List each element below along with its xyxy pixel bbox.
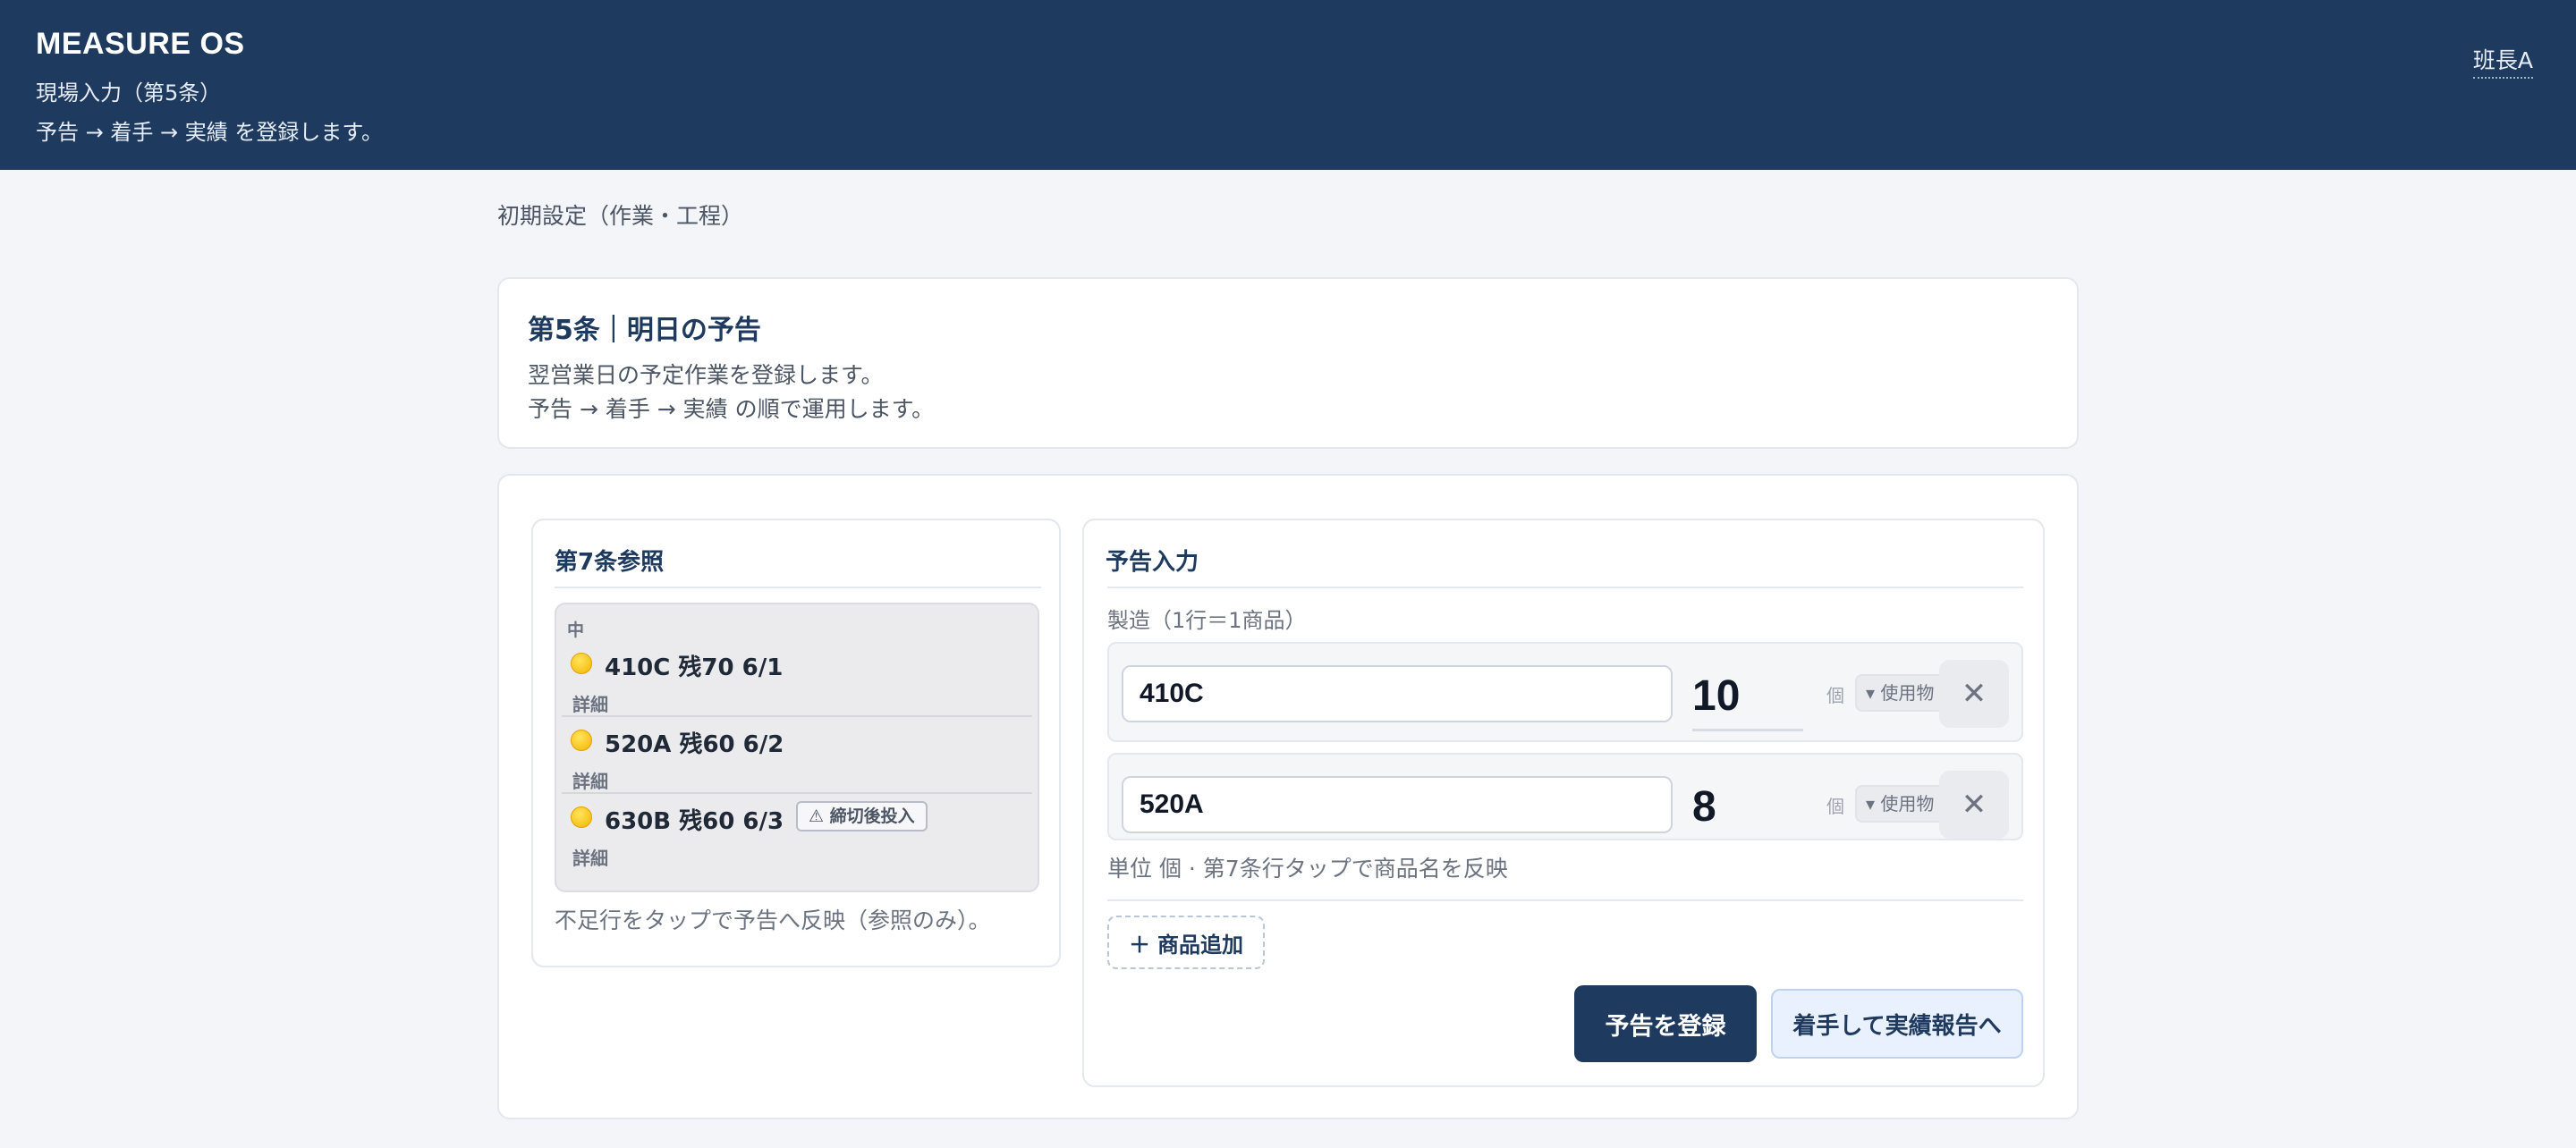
unit-hint: 単位 個 · 第7条行タップで商品名を反映 [1107,856,1508,882]
detail-link[interactable]: 詳細 [572,690,608,716]
app-title: MEASURE OS [36,27,245,61]
deadline-warning-badge: ⚠ 締切後投入 [796,801,928,831]
intro-title: 第5条｜明日の予告 [528,315,761,346]
user-menu-link[interactable]: 班長A [2472,43,2533,79]
divider [1107,587,2023,588]
intro-text-1: 翌営業日の予定作業を登録します。 [528,362,884,388]
intro-text-2: 予告 → 着手 → 実績 の順で運用します。 [528,396,935,422]
reference-item[interactable]: 410C 残70 6/1 詳細 [556,640,1038,717]
detail-link[interactable]: 詳細 [572,844,608,870]
reference-list: 中 410C 残70 6/1 詳細 520A 残60 6/2 詳細 630B 残… [555,603,1039,892]
unit-label: 個 [1826,685,1844,706]
yellow-circle-icon [571,730,592,751]
material-dropdown[interactable]: ▾ 使用物 [1855,785,1945,823]
product-row: 個 ▾ 使用物 ✕ [1107,753,2023,840]
quantity-input[interactable] [1692,663,1803,731]
product-name-input[interactable] [1122,665,1673,722]
plus-icon: ＋ [1129,932,1150,958]
detail-link[interactable]: 詳細 [572,767,608,793]
close-icon[interactable]: ✕ [1939,660,2009,728]
app-header: MEASURE OS 現場入力（第5条） 予告 → 着手 → 実績 を登録します… [0,0,2576,170]
reference-panel: 第7条参照 中 410C 残70 6/1 詳細 520A 残60 6/2 詳細 … [531,519,1061,967]
material-dropdown[interactable]: ▾ 使用物 [1855,674,1945,712]
intro-card: 第5条｜明日の予告 翌営業日の予定作業を登録します。 予告 → 着手 → 実績 … [497,277,2079,449]
page-description: 予告 → 着手 → 実績 を登録します。 [36,120,383,145]
reference-item-text: 410C 残70 6/1 [605,654,784,681]
reference-item-text: 630B 残60 6/3 [605,808,784,835]
reference-category: 中 [567,620,585,640]
add-product-label: 商品追加 [1157,932,1243,958]
yellow-circle-icon [571,653,592,674]
forecast-title: 予告入力 [1106,549,1199,576]
product-row: 個 ▾ 使用物 ✕ [1107,642,2023,742]
unit-label: 個 [1826,796,1844,817]
divider [555,587,1041,588]
reference-note: 不足行をタップで予告へ反映（参照のみ）。 [555,907,991,933]
reference-item-text: 520A 残60 6/2 [605,731,784,758]
forecast-input-panel: 予告入力 製造（1行＝1商品） 個 ▾ 使用物 ✕ 個 ▾ 使用物 ✕ 単位 個… [1082,519,2045,1087]
reference-title: 第7条参照 [555,549,665,576]
close-icon[interactable]: ✕ [1939,771,2009,839]
reference-item[interactable]: 520A 残60 6/2 詳細 [556,717,1038,794]
breadcrumb[interactable]: 初期設定（作業・工程） [497,198,743,231]
add-product-button[interactable]: ＋ 商品追加 [1107,916,1265,969]
product-name-input[interactable] [1122,776,1673,833]
start-and-report-button[interactable]: 着手して実績報告へ [1771,989,2023,1059]
quantity-input[interactable] [1692,774,1803,839]
page-subtitle: 現場入力（第5条） [36,80,222,106]
reference-item[interactable]: 630B 残60 6/3 ⚠ 締切後投入 詳細 [556,794,1038,871]
section-label: 製造（1行＝1商品） [1107,608,1307,633]
divider [1107,899,2023,901]
yellow-circle-icon [571,806,592,828]
register-forecast-button[interactable]: 予告を登録 [1574,985,1757,1062]
